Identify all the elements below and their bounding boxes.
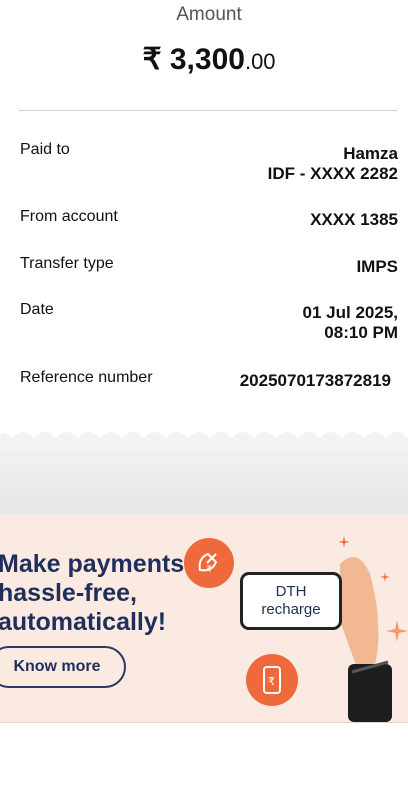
promo-banner[interactable]: Make payments hassle-free, automatically… bbox=[0, 514, 408, 722]
satellite-dish-rupee-icon: ₹ bbox=[184, 538, 234, 588]
phone-rupee-icon: ₹ bbox=[246, 654, 298, 706]
headline-line: Make payments bbox=[0, 550, 185, 578]
amount-main: ₹ 3,300 bbox=[142, 43, 245, 76]
from-account-label: From account bbox=[20, 208, 118, 225]
sparkle-icon bbox=[338, 536, 350, 548]
transfer-type-value: IMPS bbox=[356, 257, 398, 276]
svg-text:₹: ₹ bbox=[206, 565, 212, 575]
amount-decimal: .00 bbox=[244, 49, 276, 74]
scallop-border bbox=[0, 430, 408, 452]
payee-name: Hamza bbox=[343, 144, 398, 163]
amount-value: ₹ 3,300.00 bbox=[0, 42, 408, 77]
phone-text-line: recharge bbox=[261, 601, 321, 618]
date-label: Date bbox=[20, 301, 54, 318]
paid-to-label: Paid to bbox=[20, 141, 70, 158]
svg-text:₹: ₹ bbox=[268, 675, 275, 688]
payee-account: IDF - XXXX 2282 bbox=[267, 164, 398, 183]
sparkle-icon bbox=[380, 572, 390, 582]
headline-line: hassle-free, bbox=[0, 579, 137, 607]
headline-line: automatically! bbox=[0, 608, 167, 636]
paid-to-value: Hamza IDF - XXXX 2282 bbox=[268, 144, 398, 184]
know-more-button[interactable]: Know more bbox=[0, 646, 126, 688]
from-account-value: XXXX 1385 bbox=[310, 210, 398, 229]
sparkle-icon bbox=[386, 620, 408, 642]
banner-headline: Make payments hassle-free, automatically… bbox=[0, 550, 184, 637]
phone-illustration: DTH recharge bbox=[240, 572, 342, 630]
date-day: 01 Jul 2025, bbox=[302, 303, 398, 322]
reference-number-value: 2025070173872819 bbox=[239, 371, 391, 390]
banner-bottom-border bbox=[0, 722, 408, 723]
reference-number-label: Reference number bbox=[20, 369, 153, 386]
phone-text-line: DTH bbox=[275, 583, 307, 600]
divider bbox=[19, 110, 397, 111]
date-value: 01 Jul 2025, 08:10 PM bbox=[303, 303, 398, 343]
amount-label: Amount bbox=[176, 4, 242, 25]
date-time: 08:10 PM bbox=[324, 323, 398, 342]
transfer-type-label: Transfer type bbox=[20, 255, 114, 272]
